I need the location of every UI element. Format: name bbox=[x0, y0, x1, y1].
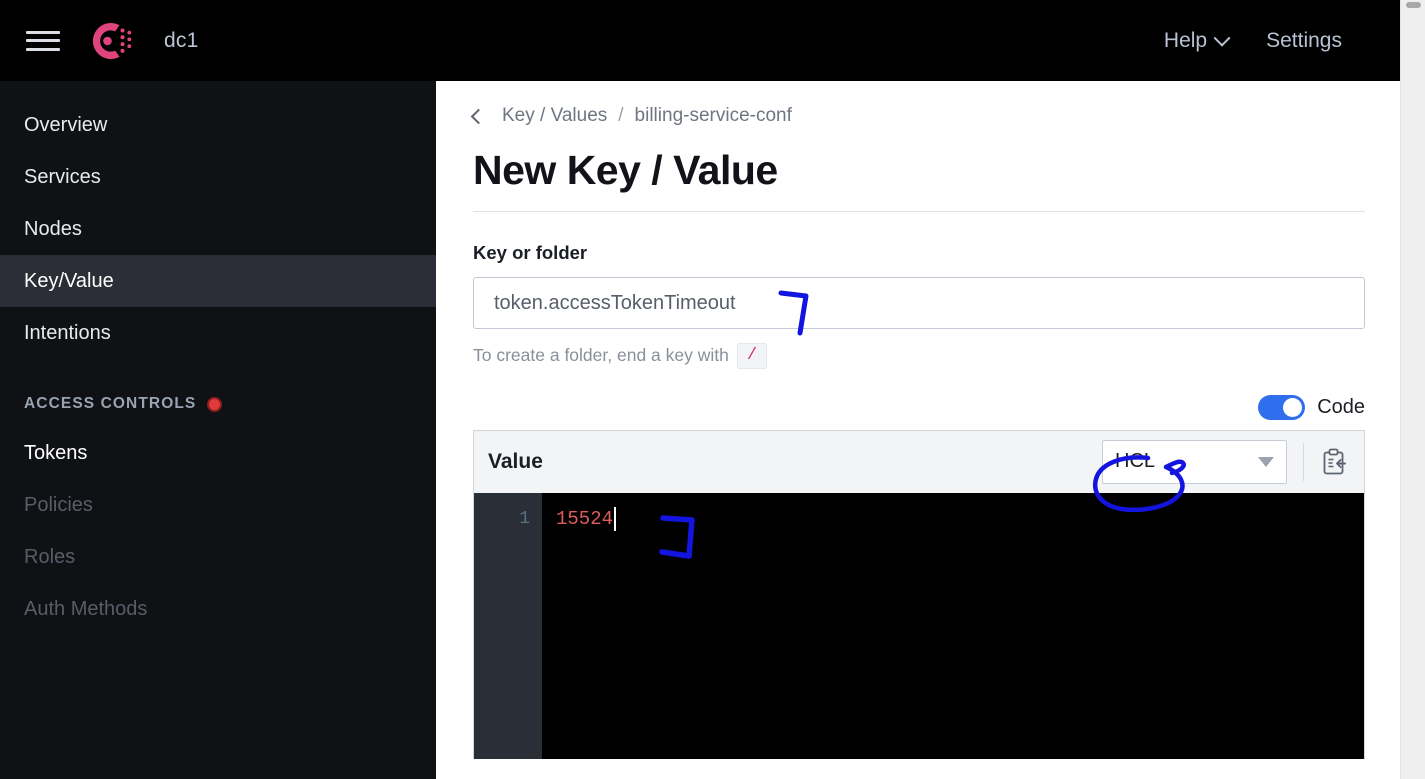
breadcrumb-separator: / bbox=[618, 105, 624, 126]
breadcrumb-current[interactable]: billing-service-conf bbox=[635, 105, 792, 127]
editor-line-number: 1 bbox=[519, 508, 530, 529]
key-field-label: Key or folder bbox=[473, 242, 588, 263]
language-select-value: HCL bbox=[1115, 450, 1156, 473]
toggle-knob bbox=[1283, 397, 1303, 417]
scrollbar-thumb[interactable] bbox=[1406, 2, 1421, 8]
consul-ui-window: dc1 Help Settings Overview Services Node… bbox=[0, 0, 1425, 779]
copy-to-clipboard-button[interactable] bbox=[1304, 431, 1364, 493]
key-field-help-code: / bbox=[736, 343, 768, 369]
editor-code-area[interactable]: 15524 bbox=[542, 493, 1364, 759]
breadcrumb-root-link[interactable]: Key / Values bbox=[502, 105, 607, 127]
top-nav-links: Help Settings bbox=[1164, 29, 1400, 53]
sidebar-item-services[interactable]: Services bbox=[0, 151, 436, 203]
page-scrollbar[interactable] bbox=[1400, 0, 1425, 779]
consul-logo-icon bbox=[82, 15, 134, 67]
code-editor[interactable]: 1 15524 bbox=[473, 492, 1365, 759]
key-field-help-text: To create a folder, end a key with bbox=[473, 345, 729, 366]
sidebar-item-auth-methods[interactable]: Auth Methods bbox=[0, 583, 436, 635]
red-dot-icon bbox=[207, 396, 223, 412]
chevron-down-icon bbox=[1258, 456, 1274, 467]
key-or-folder-input[interactable] bbox=[473, 277, 1365, 329]
code-toggle-switch[interactable] bbox=[1258, 394, 1306, 420]
value-panel: Value HCL bbox=[473, 429, 1365, 493]
editor-gutter: 1 bbox=[474, 492, 542, 759]
copy-to-clipboard-icon bbox=[1323, 448, 1346, 474]
datacenter-name[interactable]: dc1 bbox=[164, 29, 198, 53]
sidebar-section-label: ACCESS CONTROLS bbox=[24, 395, 197, 412]
key-field-help: To create a folder, end a key with / bbox=[436, 329, 1400, 369]
value-panel-header: Value HCL bbox=[474, 430, 1364, 493]
sidebar-item-key-value[interactable]: Key/Value bbox=[0, 255, 436, 307]
sidebar-item-roles[interactable]: Roles bbox=[0, 531, 436, 583]
text-caret bbox=[614, 506, 617, 531]
sidebar-item-policies[interactable]: Policies bbox=[0, 479, 436, 531]
sidebar-item-nodes[interactable]: Nodes bbox=[0, 203, 436, 255]
help-menu[interactable]: Help bbox=[1163, 28, 1231, 53]
page-title: New Key / Value bbox=[473, 147, 778, 193]
help-label: Help bbox=[1163, 28, 1208, 52]
sidebar-navigation: Overview Services Nodes Key/Value Intent… bbox=[0, 81, 436, 779]
main-content: Key / Values / billing-service-conf New … bbox=[436, 81, 1400, 779]
chevron-left-icon[interactable] bbox=[470, 108, 487, 124]
editor-line: 15524 bbox=[556, 504, 1364, 534]
language-select[interactable]: HCL bbox=[1102, 439, 1287, 484]
sidebar-section-access-controls: ACCESS CONTROLS bbox=[0, 381, 436, 427]
top-navigation-bar: dc1 Help Settings bbox=[0, 0, 1400, 81]
hamburger-icon[interactable] bbox=[26, 28, 60, 54]
settings-link[interactable]: Settings bbox=[1266, 29, 1342, 53]
chevron-down-icon bbox=[1213, 29, 1231, 47]
sidebar-item-tokens[interactable]: Tokens bbox=[0, 427, 436, 479]
code-toggle-row: Code bbox=[473, 394, 1365, 420]
value-panel-title: Value bbox=[488, 449, 543, 473]
code-toggle-label: Code bbox=[1317, 395, 1365, 418]
editor-line-text: 15524 bbox=[556, 507, 614, 530]
breadcrumb: Key / Values / billing-service-conf bbox=[436, 81, 1400, 127]
sidebar-item-intentions[interactable]: Intentions bbox=[0, 307, 436, 359]
sidebar-item-overview[interactable]: Overview bbox=[0, 99, 436, 151]
